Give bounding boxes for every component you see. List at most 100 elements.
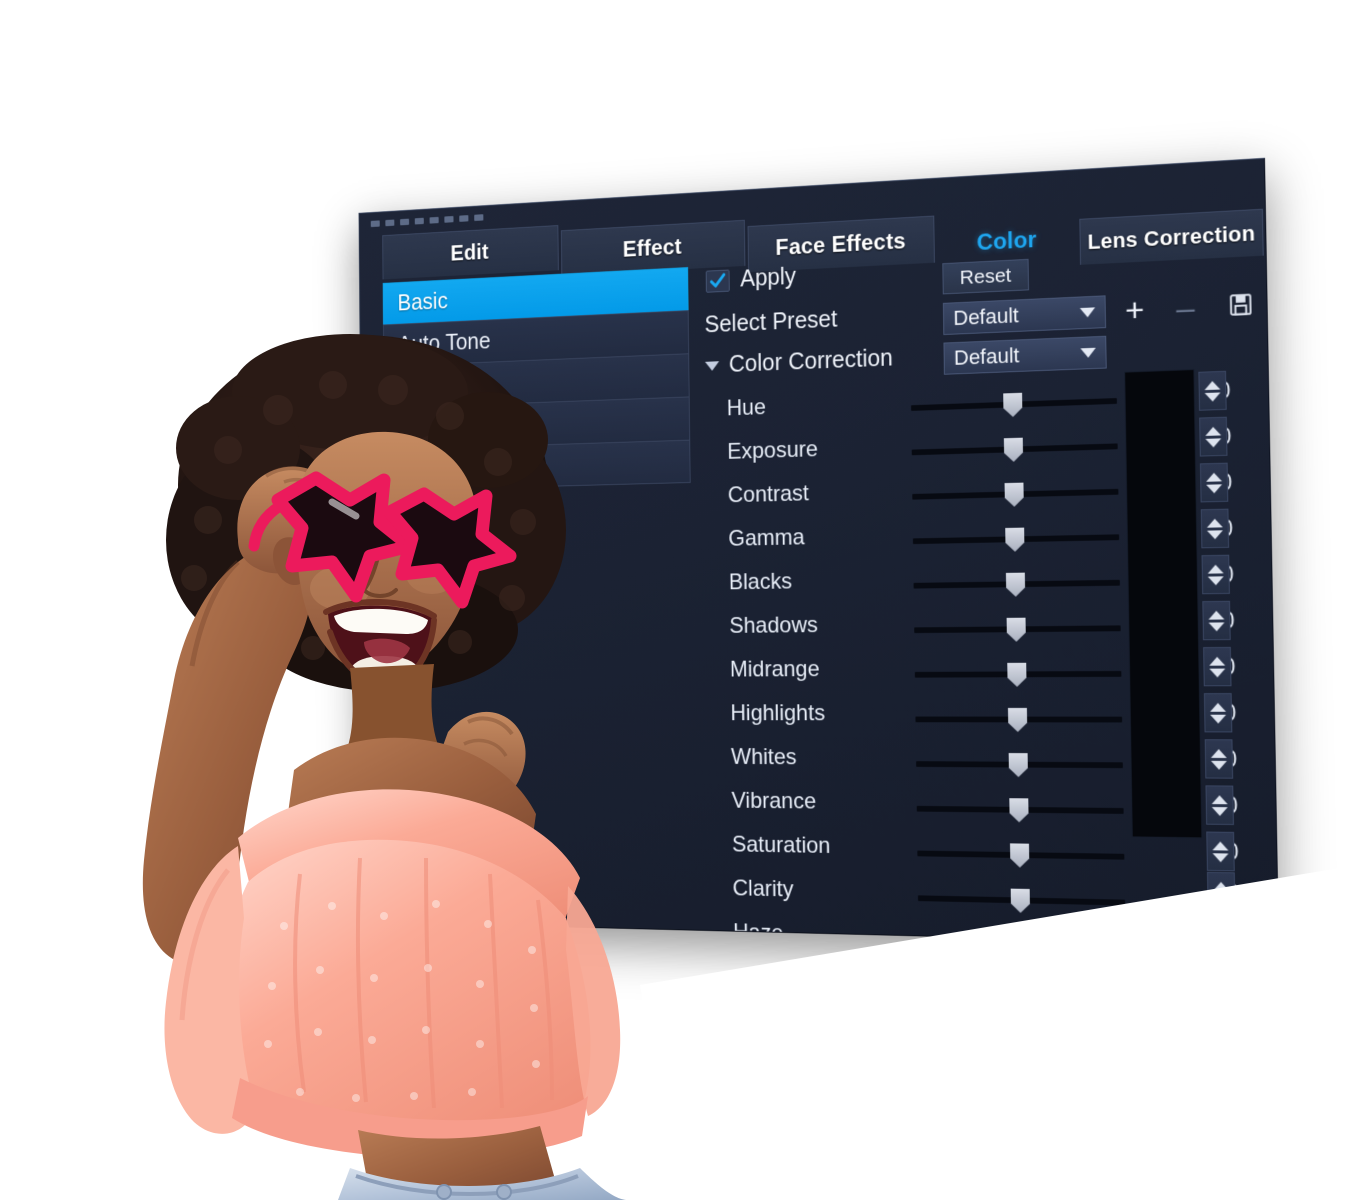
- caret-down-icon[interactable]: [1206, 483, 1223, 494]
- color-correction-section-header[interactable]: Color Correction: [705, 345, 893, 380]
- sidebar-item-5[interactable]: [384, 439, 691, 492]
- caret-up-icon[interactable]: [1208, 610, 1225, 620]
- chevron-down-icon: [705, 360, 720, 371]
- caret-down-icon[interactable]: [1211, 806, 1228, 816]
- chevron-down-icon: [1080, 347, 1096, 358]
- floppy-save-icon[interactable]: [1225, 288, 1257, 321]
- slider-label: Saturation: [731, 831, 831, 859]
- slider-handle[interactable]: [1009, 798, 1028, 822]
- slider-handle[interactable]: [1007, 663, 1026, 687]
- midriff: [358, 1126, 558, 1196]
- spinner-blacks[interactable]: [1201, 554, 1230, 595]
- slider-handle[interactable]: [1005, 528, 1024, 552]
- slider-label: Hue: [726, 394, 767, 421]
- caret-down-icon[interactable]: [1207, 575, 1224, 585]
- caret-down-icon[interactable]: [1212, 852, 1229, 862]
- check-icon: [709, 272, 726, 290]
- caret-down-icon[interactable]: [1208, 621, 1225, 631]
- spinner-exposure[interactable]: [1199, 416, 1228, 457]
- adjustment-category-list: Basic Auto Tone W: [382, 267, 691, 492]
- slider-track[interactable]: [912, 534, 1120, 544]
- spinner-midrange[interactable]: [1203, 646, 1232, 687]
- slider-handle[interactable]: [1010, 843, 1029, 867]
- slider-track[interactable]: [913, 580, 1120, 589]
- caret-down-icon[interactable]: [1209, 668, 1226, 677]
- caret-up-icon[interactable]: [1209, 656, 1226, 666]
- slider-track[interactable]: [914, 625, 1121, 633]
- spinner-vibrance[interactable]: [1205, 785, 1234, 825]
- slider-track[interactable]: [916, 806, 1124, 814]
- caret-up-icon[interactable]: [1207, 564, 1224, 574]
- caret-up-icon[interactable]: [1206, 518, 1223, 528]
- color-correction-preset-value: Default: [953, 343, 1020, 370]
- spinner-hue[interactable]: [1198, 370, 1227, 411]
- slider-track[interactable]: [916, 761, 1123, 768]
- tab-effect-label: Effect: [622, 233, 682, 262]
- slider-handle[interactable]: [1007, 618, 1026, 642]
- caret-up-icon[interactable]: [1210, 748, 1227, 758]
- caret-up-icon[interactable]: [1209, 702, 1226, 712]
- slider-handle[interactable]: [1011, 889, 1030, 914]
- apply-row: Apply: [705, 263, 797, 294]
- apply-label: Apply: [740, 263, 797, 293]
- slider-track[interactable]: [917, 895, 1126, 905]
- slider-label: Highlights: [730, 700, 826, 726]
- slider-track[interactable]: [914, 671, 1122, 678]
- slider-label: Exposure: [727, 436, 819, 465]
- preset-dropdown[interactable]: Default: [942, 295, 1107, 336]
- slider-track[interactable]: [915, 717, 1123, 723]
- slider-track[interactable]: [912, 489, 1119, 500]
- minus-icon[interactable]: –: [1171, 289, 1201, 327]
- grip-dot: [414, 217, 424, 225]
- caret-down-icon[interactable]: [1205, 437, 1222, 448]
- spinner-whites[interactable]: [1204, 739, 1234, 779]
- slider-handle[interactable]: [1004, 438, 1023, 462]
- photo-editor-panel: Edit Effect Face Effects Color Lens Corr…: [358, 157, 1280, 946]
- slider-label: Haze: [732, 919, 784, 946]
- reset-button[interactable]: Reset: [942, 258, 1030, 295]
- sidebar-item-label: Basic: [397, 288, 448, 316]
- spinner-contrast[interactable]: [1199, 462, 1229, 503]
- grip-dot: [385, 219, 395, 227]
- slider-handle[interactable]: [1008, 708, 1027, 732]
- apply-checkbox[interactable]: [705, 269, 730, 293]
- tab-edit-label: Edit: [450, 239, 489, 266]
- slider-track[interactable]: [911, 443, 1118, 455]
- screenshot-stage: Edit Effect Face Effects Color Lens Corr…: [0, 0, 1370, 1200]
- spinner-gamma[interactable]: [1200, 508, 1230, 549]
- slider-handle[interactable]: [1006, 573, 1025, 597]
- denim-shorts: [338, 1168, 628, 1200]
- slider-handle[interactable]: [1003, 393, 1022, 418]
- caret-up-icon[interactable]: [1212, 840, 1229, 851]
- panel-body: Basic Auto Tone W Apply Select Preset Co…: [360, 233, 1278, 946]
- slider-label: Vibrance: [731, 788, 817, 815]
- caret-down-icon[interactable]: [1207, 529, 1223, 539]
- color-correction-label: Color Correction: [728, 344, 894, 378]
- left-arm: [142, 546, 312, 964]
- slider-label: Shadows: [729, 612, 818, 639]
- grip-dot: [474, 214, 484, 221]
- spinner-saturation[interactable]: [1206, 831, 1235, 872]
- caret-down-icon[interactable]: [1210, 760, 1228, 770]
- window-grip-handle[interactable]: [370, 214, 484, 228]
- sidebar-item-label: Auto Tone: [397, 327, 491, 358]
- spinner-shadows[interactable]: [1202, 600, 1231, 641]
- select-preset-label: Select Preset: [704, 305, 838, 338]
- caret-up-icon[interactable]: [1205, 426, 1222, 436]
- floppy-glyph: [1228, 291, 1254, 318]
- spinner-highlights[interactable]: [1203, 693, 1233, 733]
- slider-handle[interactable]: [1005, 483, 1024, 507]
- caret-down-icon[interactable]: [1204, 391, 1221, 402]
- caret-up-icon[interactable]: [1206, 472, 1222, 482]
- slider-handle[interactable]: [1009, 753, 1028, 777]
- caret-down-icon[interactable]: [1210, 714, 1227, 724]
- color-controls: Apply Select Preset Color Correction Res…: [700, 233, 1270, 946]
- slider-track[interactable]: [917, 851, 1125, 860]
- caret-up-icon[interactable]: [1211, 794, 1228, 804]
- plus-icon[interactable]: +: [1120, 292, 1150, 330]
- grip-dot: [444, 215, 454, 223]
- slider-label: Midrange: [729, 656, 820, 683]
- color-correction-preset-dropdown[interactable]: Default: [943, 335, 1107, 375]
- caret-up-icon[interactable]: [1204, 380, 1221, 390]
- slider-track[interactable]: [911, 398, 1117, 411]
